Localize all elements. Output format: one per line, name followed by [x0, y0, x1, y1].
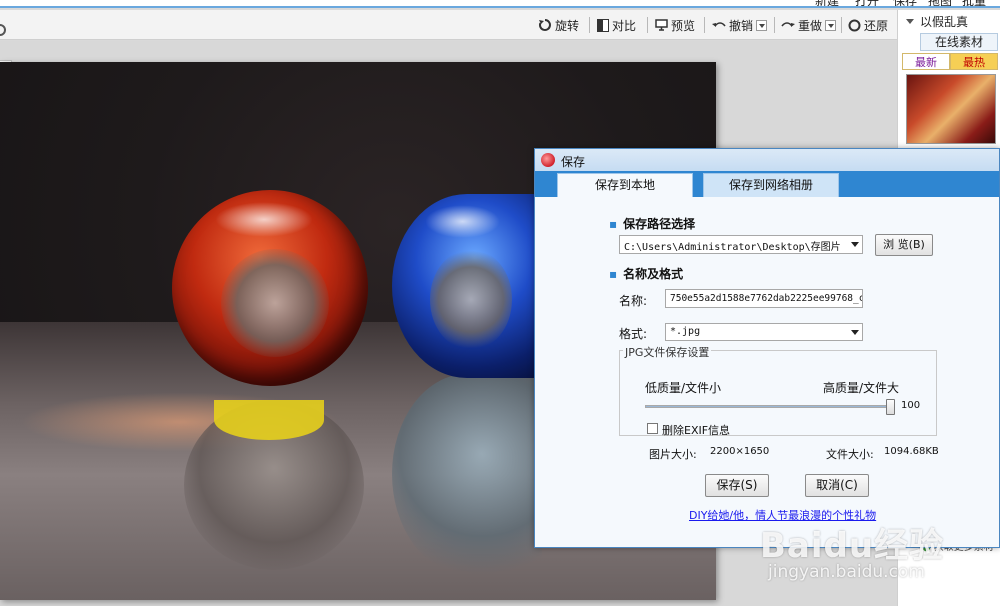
format-label: 格式: — [619, 327, 648, 341]
toolbar-divider — [704, 17, 705, 33]
menu-open[interactable]: 打开 — [855, 0, 879, 6]
format-select[interactable]: *.jpg — [665, 323, 863, 341]
quality-slider-track[interactable] — [645, 405, 891, 408]
file-name-value: 750e55a2d1588e7762dab2225ee99768_co — [670, 293, 863, 304]
tab-save-album[interactable]: 保存到网络相册 — [703, 173, 839, 197]
compare-icon — [597, 18, 609, 32]
compare-label: 对比 — [612, 18, 637, 33]
tab-newest[interactable]: 最新 — [902, 53, 950, 70]
chevron-down-icon[interactable] — [851, 242, 859, 247]
remove-exif-label: 删除EXIF信息 — [662, 424, 731, 437]
cancel-button[interactable]: 取消(C) — [805, 474, 869, 497]
image-size-value: 2200×1650 — [710, 446, 770, 457]
toolbar-divider — [647, 17, 648, 33]
toolbar-divider — [589, 17, 590, 33]
top-menubar: 新建 打开 保存 拖图 批量 — [0, 0, 1000, 8]
jpg-settings-legend: JPG文件保存设置 — [623, 344, 712, 360]
browse-button[interactable]: 浏 览(B) — [875, 234, 933, 256]
redo-icon — [781, 22, 795, 27]
chevron-down-icon[interactable] — [851, 330, 859, 335]
undo-label: 撤销 — [729, 18, 754, 33]
quality-value: 100 — [901, 400, 921, 411]
menu-new[interactable]: 新建 — [815, 0, 839, 6]
menu-drag[interactable]: 拖图 — [928, 0, 952, 6]
save-button[interactable]: 保存(S) — [705, 474, 769, 497]
edit-toolbar: 旋转 对比 预览 撤销 重做 还原 — [0, 10, 897, 40]
baidu-watermark-url: jingyan.baidu.com — [768, 562, 925, 582]
menu-batch[interactable]: 批量 — [962, 0, 986, 6]
dialog-tabs: 保存到本地 保存到网络相册 — [535, 171, 999, 197]
toolbar-divider — [774, 17, 775, 33]
rotate-icon — [538, 19, 551, 31]
high-quality-label: 高质量/文件大 — [823, 381, 900, 395]
dialog-titlebar[interactable]: 保存 — [535, 149, 999, 171]
tab-save-local[interactable]: 保存到本地 — [557, 173, 693, 197]
preview-icon — [655, 19, 668, 31]
rotate-label: 旋转 — [555, 18, 580, 33]
rotate-button[interactable]: 旋转 — [538, 16, 579, 34]
remove-exif-checkbox[interactable] — [647, 423, 658, 434]
save-path-combo[interactable]: C:\Users\Administrator\Desktop\存图片 — [619, 235, 863, 254]
redo-dropdown[interactable] — [825, 19, 837, 31]
tab-hottest[interactable]: 最热 — [950, 53, 998, 70]
name-section-title: 名称及格式 — [609, 265, 683, 282]
toolbar-divider — [841, 17, 842, 33]
quality-slider-handle[interactable] — [886, 399, 895, 415]
undo-icon — [712, 22, 726, 27]
path-section-title: 保存路径选择 — [609, 215, 695, 232]
material-subtabs: 最新 最热 — [902, 53, 998, 70]
dialog-title: 保存 — [561, 155, 586, 169]
undo-button[interactable]: 撤销 — [712, 16, 768, 34]
panel-title-label: 以假乱真 — [920, 15, 969, 29]
low-quality-label: 低质量/文件小 — [645, 381, 722, 395]
redo-button[interactable]: 重做 — [781, 16, 837, 34]
blue-ball-reflection — [392, 374, 542, 574]
gear-icon[interactable] — [0, 24, 6, 36]
yellow-reflection — [214, 400, 324, 440]
preview-label: 预览 — [671, 18, 696, 33]
red-crystal-ball — [172, 190, 368, 386]
baidu-watermark: Baidu经验 — [760, 526, 945, 566]
tab-online-material[interactable]: 在线素材 — [920, 33, 998, 51]
file-name-field[interactable]: 750e55a2d1588e7762dab2225ee99768_co — [665, 289, 863, 308]
panel-title[interactable]: 以假乱真 — [906, 13, 968, 30]
name-label: 名称: — [619, 294, 648, 308]
compare-button[interactable]: 对比 — [597, 16, 636, 34]
save-dialog: 保存 保存到本地 保存到网络相册 保存路径选择 C:\Users\Adminis… — [534, 148, 1000, 548]
file-size-label: 文件大小: — [826, 448, 874, 461]
menu-save[interactable]: 保存 — [893, 0, 917, 6]
material-thumbnail[interactable] — [906, 74, 996, 144]
restore-button[interactable]: 还原 — [848, 16, 888, 34]
file-size-value: 1094.68KB — [884, 446, 939, 457]
collapse-icon — [906, 19, 914, 24]
format-value: *.jpg — [670, 326, 701, 337]
redo-label: 重做 — [798, 18, 823, 33]
app-logo-icon — [541, 153, 555, 167]
preview-button[interactable]: 预览 — [655, 16, 695, 34]
save-path-value: C:\Users\Administrator\Desktop\存图片 — [624, 242, 841, 253]
restore-label: 还原 — [864, 18, 889, 33]
blue-crystal-ball — [392, 194, 542, 378]
image-size-label: 图片大小: — [649, 448, 697, 461]
undo-dropdown[interactable] — [756, 19, 768, 31]
quality-slider-fill — [646, 406, 890, 407]
restore-icon — [848, 19, 861, 31]
